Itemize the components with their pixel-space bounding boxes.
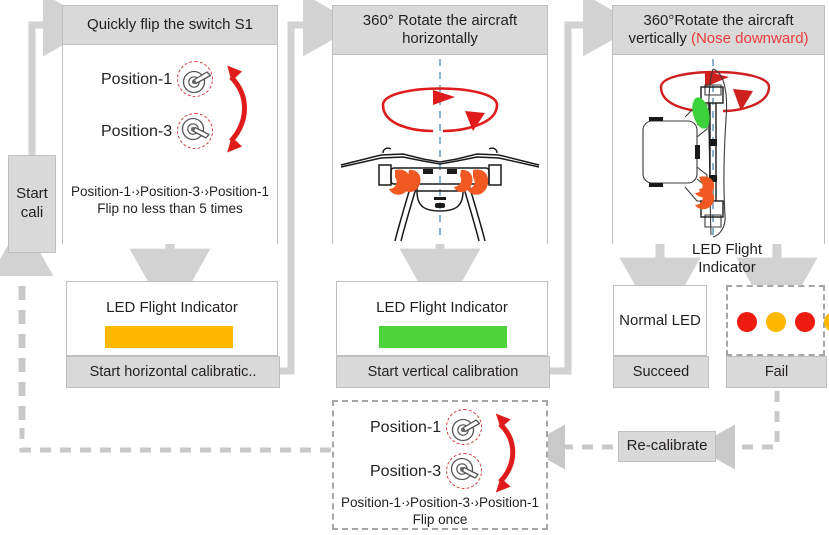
fail-footer-label: Fail: [764, 364, 789, 380]
fail-dot-1: [737, 312, 757, 332]
led-horizontal-bar: [105, 326, 233, 348]
step-rotate-horizontal-card: 360° Rotate the aircraft horizontally: [332, 5, 548, 244]
fail-dot-3: [795, 312, 815, 332]
rotate-vertical-header-prefix: vertically: [628, 30, 691, 47]
reflip-position-1-label: Position-1: [370, 419, 442, 436]
rotate-horizontal-header-line1: 360° Rotate the aircraft: [362, 11, 518, 29]
rotate-vertical-header-line2: vertically (Nose downward): [628, 30, 808, 48]
fail-node: Fail: [726, 285, 829, 388]
step-rotate-horizontal-header: 360° Rotate the aircraft horizontally: [333, 6, 547, 55]
start-cali-label: Start cali: [16, 185, 48, 221]
toggle-switch-down-icon: [445, 452, 485, 492]
switch-dashed-ring: [446, 453, 483, 489]
succeed-body-label: Normal LED: [619, 312, 701, 329]
led-vertical-footer-label: Start vertical calibration: [367, 364, 519, 380]
led-horizontal-card: LED Flight Indicator: [66, 281, 278, 356]
succeed-card: Normal LED: [613, 285, 707, 356]
vertical-rotation-arrow-icon: [659, 70, 771, 113]
recalibrate-node[interactable]: Re-calibrate: [618, 431, 716, 462]
reflip-caption-line2: Flip once: [412, 512, 468, 528]
step-flip-switch-header-label: Quickly flip the switch S1: [87, 15, 253, 33]
double-headed-curved-arrow-icon: [495, 413, 516, 493]
step-rotate-horizontal-body: [333, 55, 547, 244]
led-vertical-title: LED Flight Indicator: [376, 299, 508, 316]
drone-side-view-illustration: [642, 59, 771, 241]
fail-led-dots: [737, 312, 829, 332]
reflip-row-position-1: Position-1: [370, 408, 485, 448]
position-3-label: Position-3: [101, 123, 173, 140]
flip-caption-line1: Position-1·›Position-3·›Position-1: [70, 184, 270, 199]
led-horizontal-footer-label: Start horizontal calibratic..: [89, 364, 257, 380]
succeed-node: Normal LED Succeed: [613, 285, 709, 388]
succeed-footer-label: Succeed: [632, 364, 690, 380]
toggle-switch-up-icon: [445, 408, 485, 448]
step-rotate-vertical-card: 360°Rotate the aircraft vertically (Nose…: [612, 5, 825, 244]
step-flip-switch-card: Quickly flip the switch S1 Position-1 Po…: [62, 5, 278, 244]
fail-dot-2: [766, 312, 786, 332]
rotate-vertical-header-line1: 360°Rotate the aircraft: [643, 11, 794, 29]
led-result-label-line2: Indicator: [698, 259, 756, 276]
step-rotate-vertical-body: [613, 55, 824, 244]
led-vertical-footer: Start vertical calibration: [336, 356, 550, 388]
switch-dashed-ring: [446, 409, 483, 445]
position-1-label: Position-1: [101, 71, 173, 88]
recalibrate-label: Re-calibrate: [626, 437, 708, 455]
toggle-switch-up-icon: [176, 60, 216, 100]
led-horizontal-title: LED Flight Indicator: [106, 299, 238, 316]
reflip-switch-node: Position-1 Position-3 Position-1·›Positi…: [332, 400, 548, 530]
succeed-footer: Succeed: [613, 356, 709, 388]
led-vertical-bar: [379, 326, 507, 348]
flip-caption-line2: Flip no less than 5 times: [97, 201, 243, 217]
drone-front-view-illustration: [340, 59, 540, 242]
fail-card: [726, 285, 829, 356]
fail-dot-4: [824, 312, 829, 332]
nose-downward-accent: (Nose downward): [690, 30, 809, 47]
flowchart-canvas: Start cali Quickly flip the switch S1 Po…: [0, 0, 829, 535]
toggle-switch-down-icon: [176, 112, 216, 152]
rotate-horizontal-header-line2: horizontally: [402, 30, 478, 47]
step-rotate-vertical-header: 360°Rotate the aircraft vertically (Nose…: [613, 6, 824, 55]
led-result-label-line1: LED Flight: [691, 241, 763, 258]
led-result-label: LED Flight Indicator: [672, 241, 782, 277]
switch-dashed-ring: [177, 113, 214, 149]
flip-caption: Position-1·›Position-3·›Position-1 Flip …: [63, 183, 277, 218]
flip-row-position-3: Position-3: [101, 112, 216, 152]
led-horizontal-footer: Start horizontal calibratic..: [66, 356, 280, 388]
flip-row-position-1: Position-1: [101, 60, 216, 100]
start-cali-node[interactable]: Start cali: [8, 155, 56, 253]
reflip-caption: Position-1·›Position-3·›Position-1 Flip …: [334, 494, 546, 529]
led-vertical-card: LED Flight Indicator: [336, 281, 548, 356]
fail-footer: Fail: [726, 356, 827, 388]
reflip-position-3-label: Position-3: [370, 463, 442, 480]
switch-dashed-ring: [177, 61, 214, 97]
double-headed-curved-arrow-icon: [227, 65, 247, 153]
step-flip-switch-body: Position-1 Position-3 Position-1·›Positi…: [63, 45, 277, 244]
led-horizontal-node: LED Flight Indicator Start horizontal ca…: [66, 281, 280, 388]
reflip-caption-line1: Position-1·›Position-3·›Position-1: [340, 495, 540, 510]
step-flip-switch-header: Quickly flip the switch S1: [63, 6, 277, 45]
led-vertical-node: LED Flight Indicator Start vertical cali…: [336, 281, 550, 388]
reflip-row-position-3: Position-3: [370, 452, 485, 492]
